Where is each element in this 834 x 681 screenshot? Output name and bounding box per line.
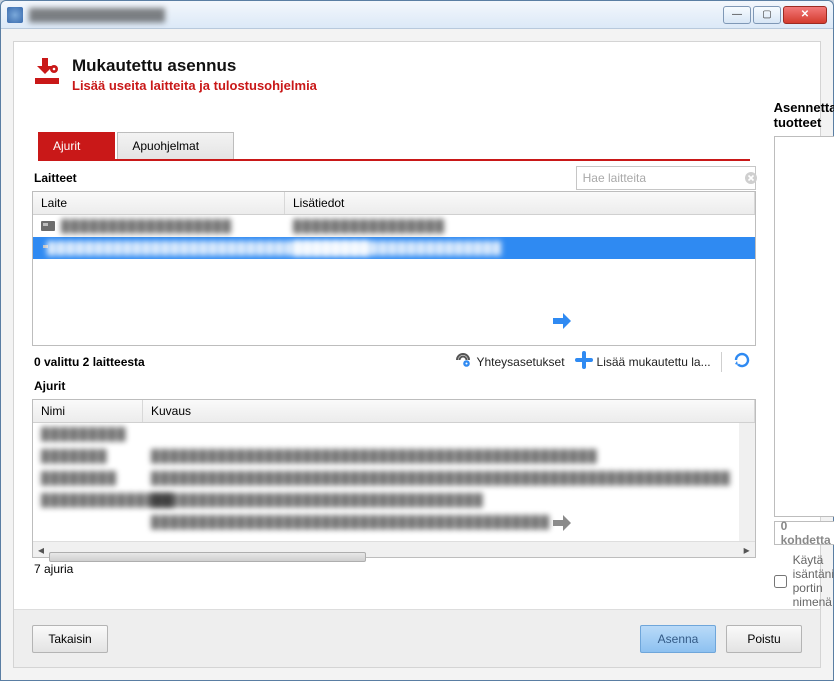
titlebar[interactable]: ████████████████ — ▢ ✕ — [1, 1, 833, 29]
products-count: 0 kohdetta — [781, 519, 834, 547]
separator — [721, 352, 722, 372]
products-to-install-list[interactable] — [774, 136, 834, 517]
drivers-table: Nimi Kuvaus █████████ ██████████████████… — [32, 399, 756, 558]
maximize-button[interactable]: ▢ — [753, 6, 781, 24]
devices-col-details[interactable]: Lisätiedot — [285, 192, 755, 214]
device-search-input[interactable] — [577, 171, 744, 185]
close-button[interactable]: ✕ — [783, 6, 827, 24]
use-hostname-checkbox[interactable] — [774, 575, 787, 588]
clear-search-icon[interactable] — [744, 167, 758, 189]
refresh-icon — [732, 350, 752, 373]
main-panel: Mukautettu asennus Lisää useita laitteit… — [13, 41, 821, 668]
broadcast-gear-icon — [454, 351, 472, 372]
scroll-thumb[interactable] — [49, 552, 366, 562]
devices-selection-status: 0 valittu 2 laitteesta — [32, 351, 147, 373]
products-count-row: 0 kohdetta — [774, 521, 834, 545]
driver-row[interactable]: ████████████████████████████████████████… — [33, 489, 739, 511]
products-heading: Asennettavat tuotteet — [774, 100, 834, 130]
back-button[interactable]: Takaisin — [32, 625, 108, 653]
driver-row[interactable]: █████████ — [33, 423, 739, 445]
refresh-devices-button[interactable] — [732, 350, 752, 373]
page-subtitle: Lisää useita laitteita ja tulostusohjelm… — [72, 78, 317, 93]
scroll-left-icon[interactable]: ◂ — [33, 543, 49, 557]
printer-icon — [41, 221, 55, 231]
scroll-right-icon[interactable]: ▸ — [739, 543, 755, 557]
use-hostname-label: Käytä isäntänimeä portin nimenä — [793, 553, 834, 609]
download-install-icon — [32, 56, 62, 86]
window-title: ████████████████ — [29, 8, 723, 22]
exit-button[interactable]: Poistu — [726, 625, 802, 653]
drivers-heading: Ajurit — [32, 373, 756, 399]
app-window: ████████████████ — ▢ ✕ Mukautettu asennu… — [0, 0, 834, 681]
device-row[interactable]: ██████████████████████████████████ █████… — [33, 237, 755, 259]
tab-drivers[interactable]: Ajurit — [38, 132, 115, 159]
minimize-button[interactable]: — — [723, 6, 751, 24]
driver-row[interactable]: ████████████████████████████████████████… — [33, 467, 739, 489]
drivers-col-desc[interactable]: Kuvaus — [143, 400, 755, 422]
tab-utilities[interactable]: Apuohjelmat — [117, 132, 234, 159]
add-custom-device-button[interactable]: Lisää mukautettu la... — [575, 351, 711, 372]
devices-heading: Laitteet — [32, 165, 79, 191]
footer: Takaisin Asenna Poistu — [14, 609, 820, 667]
plus-icon — [575, 351, 593, 372]
tab-bar: Ajurit Apuohjelmat — [32, 132, 756, 159]
add-device-to-list-button[interactable] — [551, 310, 573, 332]
client-area: Mukautettu asennus Lisää useita laitteit… — [1, 29, 833, 680]
use-hostname-checkbox-row[interactable]: Käytä isäntänimeä portin nimenä — [774, 545, 834, 609]
page-title: Mukautettu asennus — [72, 56, 317, 76]
driver-row[interactable]: ████████████████████████████████████████… — [33, 511, 739, 533]
vertical-scrollbar[interactable] — [742, 425, 752, 455]
devices-table: Laite Lisätiedot ██████████████████ ████… — [32, 191, 756, 346]
devices-col-device[interactable]: Laite — [33, 192, 285, 214]
install-button[interactable]: Asenna — [640, 625, 716, 653]
page-header: Mukautettu asennus Lisää useita laitteit… — [14, 42, 820, 103]
driver-row[interactable]: ████████████████████████████████████████… — [33, 445, 739, 467]
add-driver-to-list-button[interactable] — [551, 512, 573, 534]
device-row[interactable]: ██████████████████ ████████████████ — [33, 215, 755, 237]
drivers-col-name[interactable]: Nimi — [33, 400, 143, 422]
app-icon — [7, 7, 23, 23]
horizontal-scrollbar[interactable]: ◂ ▸ — [33, 541, 755, 557]
drivers-body[interactable]: █████████ ██████████████████████████████… — [33, 423, 755, 541]
device-search[interactable] — [576, 166, 756, 190]
